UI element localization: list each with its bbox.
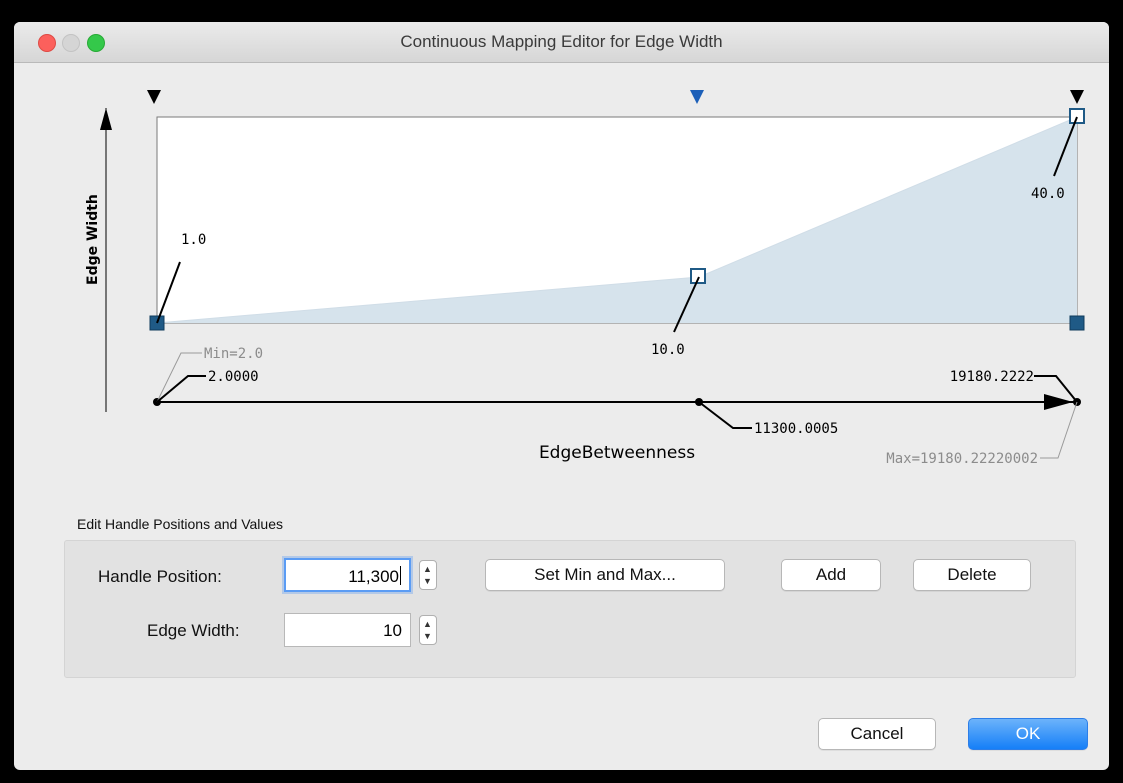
right-value-label: 40.0 bbox=[1031, 186, 1065, 202]
x-axis-arrow bbox=[1044, 394, 1073, 410]
min-label: Min=2.0 bbox=[204, 346, 263, 362]
delete-button[interactable]: Delete bbox=[913, 559, 1031, 591]
mid-value-label: 10.0 bbox=[651, 342, 685, 358]
edge-width-stepper[interactable]: ▲ ▼ bbox=[419, 615, 437, 645]
text-cursor bbox=[400, 566, 401, 585]
right-position-label: 19180.2222 bbox=[950, 369, 1034, 385]
y-axis-arrow bbox=[100, 108, 112, 130]
max-label: Max=19180.22220002 bbox=[886, 451, 1038, 467]
cancel-button[interactable]: Cancel bbox=[818, 718, 936, 750]
set-min-max-button[interactable]: Set Min and Max... bbox=[485, 559, 725, 591]
left-handle-arrow[interactable] bbox=[147, 90, 161, 104]
min-leader bbox=[156, 352, 202, 403]
left-position-leader bbox=[156, 375, 206, 403]
max-leader bbox=[1040, 401, 1078, 459]
edge-width-input[interactable]: 10 bbox=[284, 613, 411, 647]
right-handle-arrow[interactable] bbox=[1070, 90, 1084, 104]
edit-handle-panel: Handle Position: 11,300 ▲ ▼ Set Min and M… bbox=[64, 540, 1076, 678]
mid-handle-arrow[interactable] bbox=[690, 90, 704, 104]
right-value-handle[interactable] bbox=[1069, 108, 1085, 124]
handle-position-value: 11,300 bbox=[348, 567, 399, 586]
mid-position-label: 11300.0005 bbox=[754, 421, 838, 437]
right-bottom-handle[interactable] bbox=[1069, 315, 1085, 331]
left-value-label: 1.0 bbox=[181, 232, 206, 248]
mid-position-leader bbox=[698, 401, 752, 429]
mapping-plot: Edge Width 1.0 10.0 40.0 Min=2.0 2.0000 … bbox=[85, 90, 1085, 467]
ok-button[interactable]: OK bbox=[968, 718, 1088, 750]
handle-position-input[interactable]: 11,300 bbox=[284, 558, 411, 592]
edit-section-label: Edit Handle Positions and Values bbox=[77, 516, 283, 532]
y-axis-label: Edge Width bbox=[85, 194, 101, 285]
add-button[interactable]: Add bbox=[781, 559, 881, 591]
handle-position-stepper[interactable]: ▲ ▼ bbox=[419, 560, 437, 590]
x-axis-label: EdgeBetweenness bbox=[539, 443, 695, 463]
left-position-label: 2.0000 bbox=[208, 369, 259, 385]
handle-position-label: Handle Position: bbox=[98, 567, 222, 586]
edge-width-label: Edge Width: bbox=[147, 621, 240, 640]
